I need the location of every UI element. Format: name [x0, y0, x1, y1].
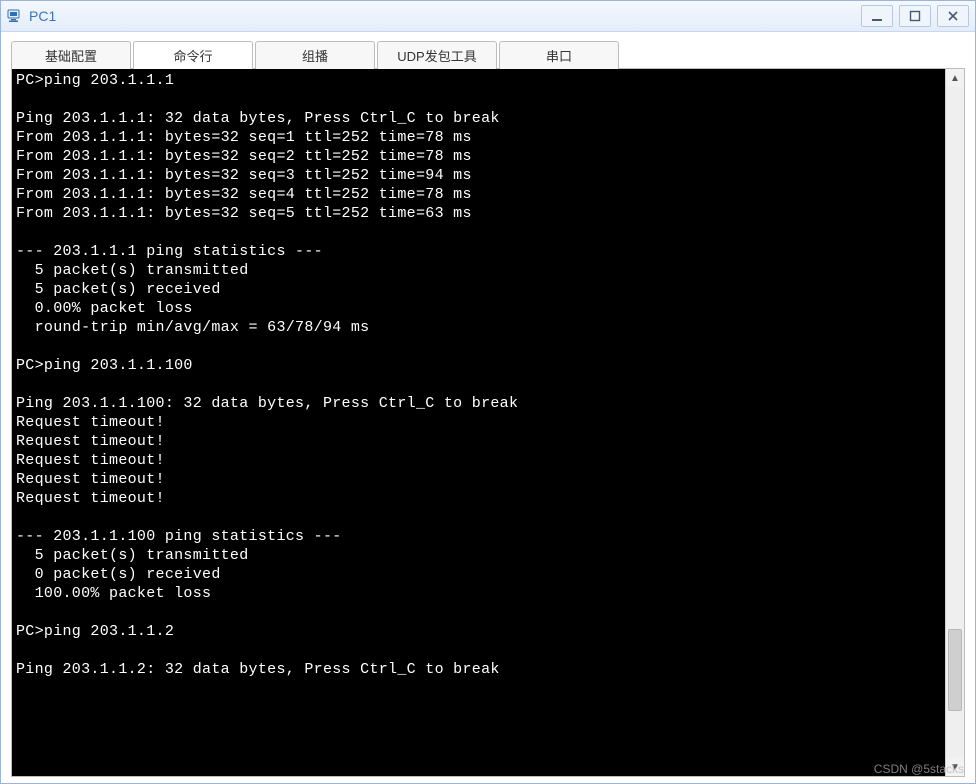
terminal-output[interactable]: PC>ping 203.1.1.1 Ping 203.1.1.1: 32 dat… — [12, 69, 945, 776]
minimize-button[interactable] — [861, 5, 893, 27]
tab-multicast[interactable]: 组播 — [255, 41, 375, 69]
scroll-thumb[interactable] — [948, 629, 962, 711]
console-frame: PC>ping 203.1.1.1 Ping 203.1.1.1: 32 dat… — [11, 68, 965, 777]
client-area: 基础配置 命令行 组播 UDP发包工具 串口 PC>ping 203.1.1.1… — [1, 32, 975, 783]
window-buttons — [861, 5, 971, 27]
scroll-up-arrow-icon[interactable]: ▲ — [946, 69, 964, 87]
tab-serial[interactable]: 串口 — [499, 41, 619, 69]
scroll-down-arrow-icon[interactable]: ▼ — [946, 758, 964, 776]
tabstrip: 基础配置 命令行 组播 UDP发包工具 串口 — [11, 40, 965, 68]
maximize-button[interactable] — [899, 5, 931, 27]
tab-basic-config[interactable]: 基础配置 — [11, 41, 131, 69]
tab-udp-tool[interactable]: UDP发包工具 — [377, 41, 497, 69]
vertical-scrollbar[interactable]: ▲ ▼ — [945, 69, 964, 776]
app-window: PC1 基础配置 命令行 组播 UDP发包工具 串口 PC>ping 203.1… — [0, 0, 976, 784]
window-title: PC1 — [29, 8, 861, 24]
close-button[interactable] — [937, 5, 969, 27]
pc-icon — [7, 8, 23, 24]
titlebar[interactable]: PC1 — [1, 1, 975, 32]
tab-command-line[interactable]: 命令行 — [133, 41, 253, 69]
